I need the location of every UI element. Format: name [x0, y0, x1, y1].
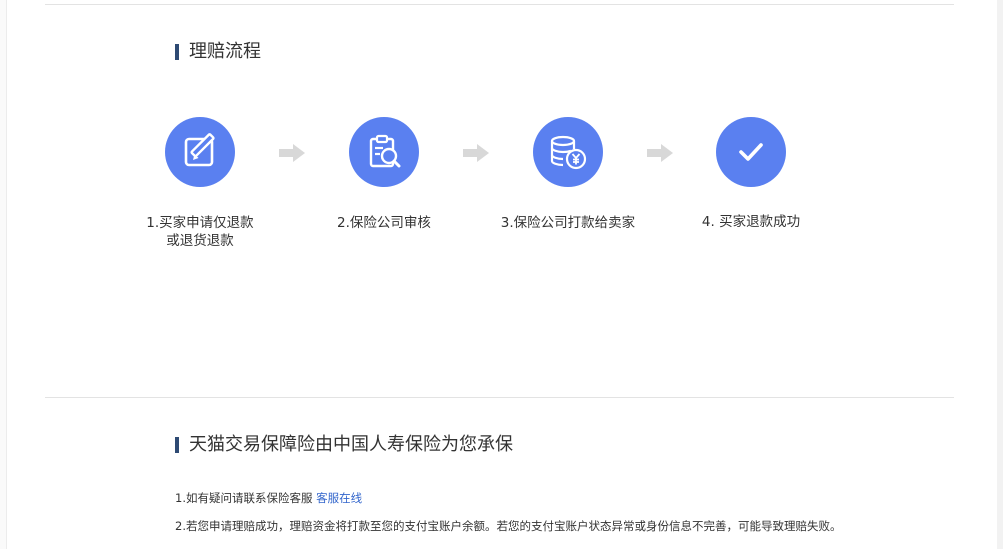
coins-yuan-icon — [550, 135, 587, 170]
step-3-circle — [533, 117, 603, 187]
step-2-circle — [349, 117, 419, 187]
process-step-2: 2.保险公司审核 — [284, 117, 484, 257]
content-panel — [6, 0, 998, 549]
customer-service-link[interactable]: 客服在线 — [316, 491, 362, 505]
contact-note: 1.如有疑问请联系保险客服 客服在线 — [175, 490, 362, 506]
step-3-label: 3.保险公司打款给卖家 — [500, 215, 636, 231]
top-divider — [45, 4, 954, 5]
check-icon — [739, 143, 763, 161]
claim-note: 2.若您申请理赔成功，理赔资金将打款至您的支付宝账户余额。若您的支付宝账户状态异… — [175, 519, 842, 533]
step-4-circle — [716, 117, 786, 187]
step-1-circle — [165, 117, 235, 187]
window-edge — [997, 0, 1003, 549]
document-search-icon — [369, 134, 401, 168]
process-step-3: 3.保险公司打款给卖家 — [468, 117, 668, 257]
insurer-title: 天猫交易保障险由中国人寿保险为您承保 — [175, 434, 513, 456]
step-1-label: 1.买家申请仅退款 或退货退款 — [146, 215, 254, 249]
process-step-1: 1.买家申请仅退款 或退货退款 — [100, 117, 300, 257]
edit-icon — [184, 133, 215, 167]
contact-note-text: 1.如有疑问请联系保险客服 — [175, 491, 317, 505]
process-title: 理赔流程 — [175, 41, 261, 63]
step-2-label: 2.保险公司审核 — [337, 215, 431, 231]
step-4-label: 4. 买家退款成功 — [701, 214, 801, 230]
process-step-4: 4. 买家退款成功 — [651, 117, 851, 257]
middle-divider — [45, 397, 954, 398]
